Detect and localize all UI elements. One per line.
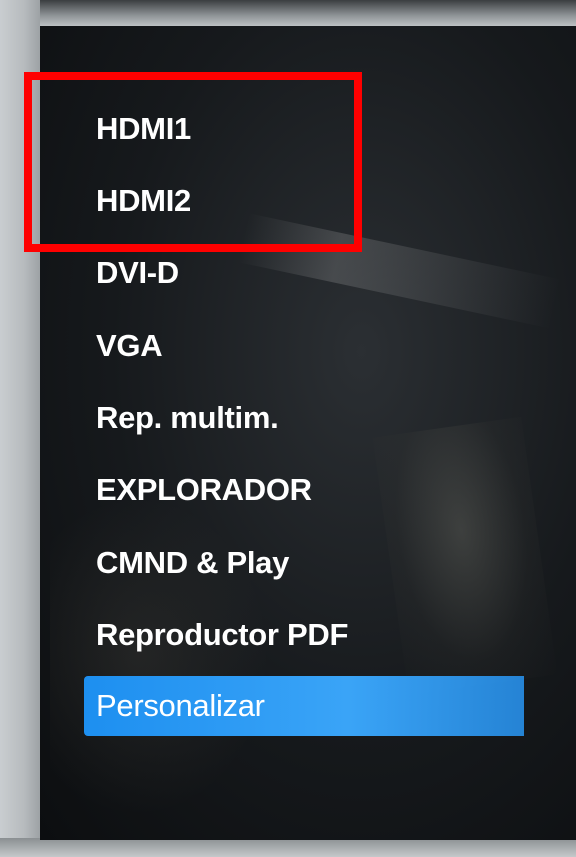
menu-item-cmnd-play[interactable]: CMND & Play bbox=[96, 535, 289, 591]
menu-item-explorer[interactable]: EXPLORADOR bbox=[96, 462, 312, 518]
menu-item-customize[interactable]: Personalizar bbox=[84, 676, 524, 736]
monitor-bezel-top bbox=[0, 0, 576, 28]
menu-item-vga[interactable]: VGA bbox=[96, 318, 163, 374]
menu-item-media-player[interactable]: Rep. multim. bbox=[96, 390, 279, 446]
tv-photo: HDMI1 HDMI2 DVI-D VGA Rep. multim. EXPLO… bbox=[0, 0, 576, 857]
red-highlight-box bbox=[24, 72, 362, 252]
menu-item-pdf-player[interactable]: Reproductor PDF bbox=[96, 607, 348, 663]
monitor-bezel-bottom bbox=[0, 838, 576, 857]
menu-item-dvi-d[interactable]: DVI-D bbox=[96, 245, 179, 301]
